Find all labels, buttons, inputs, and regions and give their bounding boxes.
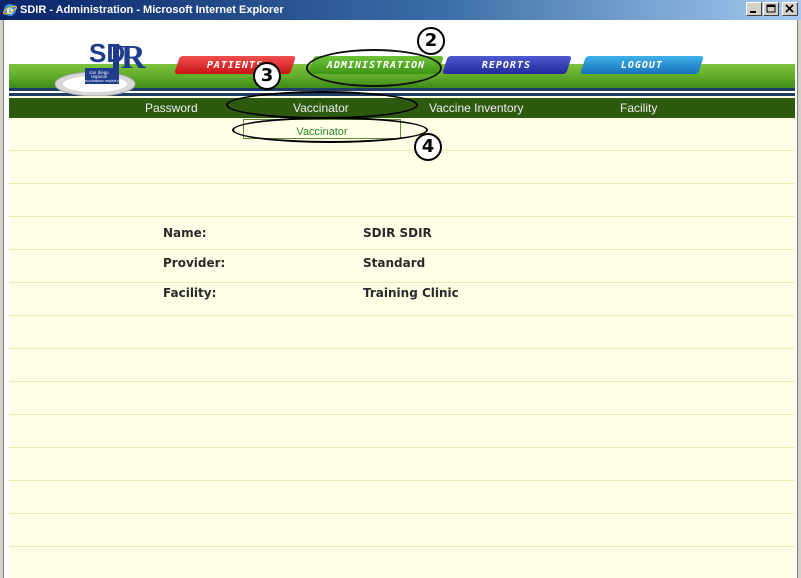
- page-content: SD R san diego regional immunization reg…: [9, 20, 795, 578]
- close-icon: [785, 4, 794, 13]
- tab-administration-label: ADMINISTRATION: [326, 59, 426, 71]
- facility-label: Facility:: [163, 286, 217, 300]
- provider-label: Provider:: [163, 256, 226, 270]
- minimize-icon: [750, 11, 756, 13]
- site-header: SD R san diego regional immunization reg…: [9, 20, 795, 96]
- ie-icon: e: [3, 4, 17, 17]
- svg-text:SD: SD: [89, 38, 125, 68]
- sdir-logo: SD R san diego regional immunization reg…: [55, 38, 146, 96]
- maximize-icon: [766, 4, 776, 13]
- vaccinator-dropdown-item[interactable]: Vaccinator: [243, 119, 401, 139]
- tab-logout[interactable]: LOGOUT: [580, 56, 704, 74]
- dropdown-item-label: Vaccinator: [296, 126, 348, 138]
- window-title-bar: e SDIR - Administration - Microsoft Inte…: [0, 0, 801, 20]
- svg-text:immunization registry: immunization registry: [79, 79, 119, 83]
- window-frame-left: [0, 20, 4, 578]
- name-label: Name:: [163, 226, 207, 240]
- tab-patients[interactable]: PATIENTS: [174, 56, 296, 74]
- ruled-background: [9, 118, 795, 578]
- tab-reports-label: REPORTS: [482, 59, 532, 71]
- facility-value: Training Clinic: [363, 286, 459, 300]
- maximize-button[interactable]: [763, 2, 779, 16]
- subnav-vaccine-inventory[interactable]: Vaccine Inventory: [429, 101, 524, 115]
- sub-navigation: Password Vaccinator Vaccine Inventory Fa…: [9, 98, 795, 118]
- tab-logout-label: LOGOUT: [620, 59, 664, 71]
- window-title: SDIR - Administration - Microsoft Intern…: [20, 4, 284, 16]
- tab-administration[interactable]: ADMINISTRATION: [308, 56, 444, 74]
- close-button[interactable]: [782, 2, 798, 16]
- subnav-facility[interactable]: Facility: [620, 101, 657, 115]
- provider-value: Standard: [363, 256, 426, 270]
- subnav-password[interactable]: Password: [145, 101, 198, 115]
- subnav-vaccinator[interactable]: Vaccinator: [293, 101, 349, 115]
- minimize-button[interactable]: [746, 2, 762, 16]
- tab-reports[interactable]: REPORTS: [442, 56, 572, 74]
- svg-text:R: R: [121, 39, 146, 76]
- window-frame-right: [797, 20, 801, 578]
- tab-patients-label: PATIENTS: [206, 59, 264, 71]
- name-value: SDIR SDIR: [363, 226, 432, 240]
